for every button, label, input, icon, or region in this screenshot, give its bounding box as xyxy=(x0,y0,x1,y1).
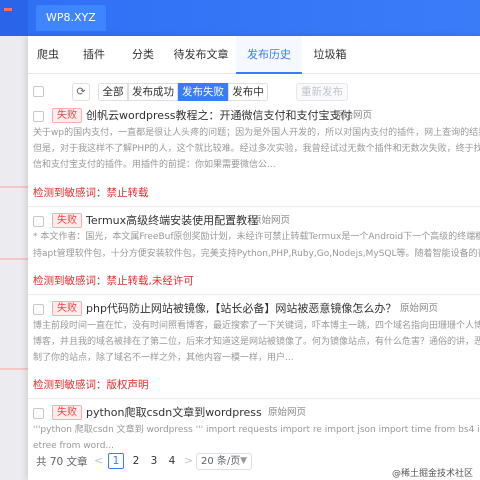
window-tab-title[interactable]: WP8.XYZ xyxy=(36,5,106,31)
top-left-strip xyxy=(0,0,28,36)
divider xyxy=(28,398,480,399)
article-title[interactable]: php代码防止网站被镜像,【站长必备】网站被恶意镜像怎么办？ xyxy=(86,301,396,316)
page-size-value: 20 条/页 xyxy=(201,456,241,467)
article-excerpt: 制了你的站点，除了域名不一样之外，其他内容一模一样，用户... xyxy=(33,353,294,363)
next-page-button[interactable]: > xyxy=(184,454,193,467)
tab-categories[interactable]: 分类 xyxy=(120,36,166,74)
article-excerpt: 但是，对于我这样不了解PHP的人，这个就比较难。经过多次实验，我曾经试过无数个插… xyxy=(33,144,480,154)
article-excerpt: * 本文作者：国光，本文属FreeBuf原创奖励计划，未经许可禁止转载Termu… xyxy=(33,232,480,242)
toolbar: ⟳ 全部 发布成功 发布失败 发布中 重新发布 xyxy=(28,74,480,108)
chevron-down-icon: ▼ xyxy=(240,456,247,466)
page-4[interactable]: 4 xyxy=(164,453,180,469)
article-excerpt: 博客，并且我的域名被排在了第二位，后来才知道这是网站被镜像了。何为镜像站点，有什… xyxy=(33,337,480,347)
source-link[interactable]: 原始网页 xyxy=(334,109,372,123)
source-link[interactable]: 原始网页 xyxy=(400,302,438,316)
article-title[interactable]: 创帆云wordpress教程之：开通微信支付和支付宝支付 xyxy=(86,108,352,123)
tab-publish-history[interactable]: 发布历史 xyxy=(236,36,302,74)
page-size-select[interactable]: 20 条/页 ▼ xyxy=(196,453,252,470)
article-excerpt: 信和支付宝支付的插件。用插件的前提：你如果需要微信公... xyxy=(33,160,276,170)
status-badge: 失败 xyxy=(52,213,82,228)
article-excerpt: 持apt管理软件包，十分方便安装软件包，完美支持Python,PHP,Ruby,… xyxy=(33,249,480,259)
decor-line xyxy=(0,186,28,188)
republish-button[interactable]: 重新发布 xyxy=(296,83,348,101)
article-excerpt: '''python 爬取csdn 文章到 wordpress ''' impor… xyxy=(33,425,480,435)
background-left xyxy=(0,36,28,480)
item-checkbox[interactable] xyxy=(33,111,44,122)
page-2[interactable]: 2 xyxy=(128,453,144,469)
divider xyxy=(28,206,480,207)
source-link[interactable]: 原始网页 xyxy=(268,406,306,420)
divider xyxy=(28,294,480,295)
decor-line xyxy=(0,258,28,260)
source-link[interactable]: 原始网页 xyxy=(252,214,290,228)
filter-publishing[interactable]: 发布中 xyxy=(228,83,268,101)
decor-line xyxy=(0,368,28,370)
tab-plugins[interactable]: 插件 xyxy=(72,36,116,74)
prev-page-button[interactable]: < xyxy=(94,454,103,467)
tab-crawler[interactable]: 爬虫 xyxy=(28,36,68,74)
sensitive-word-warning: 检测到敏感词：禁止转载,未经许可 xyxy=(33,275,194,287)
sensitive-word-warning: 检测到敏感词：版权声明 xyxy=(33,379,149,391)
filter-all[interactable]: 全部 xyxy=(98,83,128,101)
sensitive-word-warning: 检测到敏感词：禁止转载 xyxy=(33,187,149,199)
select-all-checkbox[interactable] xyxy=(33,86,44,97)
article-title[interactable]: Termux高级终端安装使用配置教程 xyxy=(86,213,258,228)
red-mark xyxy=(4,8,12,11)
refresh-button[interactable]: ⟳ xyxy=(72,83,90,101)
total-count: 共 70 文章 xyxy=(36,456,88,468)
article-excerpt: 关于wp的国内支付，一直都是很让人头疼的问题；因为是外国人开发的，所以对国内支付… xyxy=(33,128,480,138)
tab-trash[interactable]: 垃圾箱 xyxy=(306,36,354,74)
tab-pending-articles[interactable]: 待发布文章 xyxy=(168,36,234,74)
item-checkbox[interactable] xyxy=(33,216,44,227)
status-badge: 失败 xyxy=(52,301,82,316)
page-3[interactable]: 3 xyxy=(146,453,162,469)
article-excerpt: 博主前段时间一直在忙，没有时间照看博客，最近搜索了一下关键词，吓本博主一跳，四个… xyxy=(33,321,480,331)
status-badge: 失败 xyxy=(52,405,82,420)
watermark: @稀土掘金技术社区 xyxy=(392,469,474,479)
item-checkbox[interactable] xyxy=(33,304,44,315)
top-bar: WP8.XYZ xyxy=(0,0,480,36)
tab-bar: 爬虫 插件 分类 待发布文章 发布历史 垃圾箱 xyxy=(28,36,480,74)
publish-history-panel: 爬虫 插件 分类 待发布文章 发布历史 垃圾箱 ⟳ 全部 发布成功 发布失败 发… xyxy=(28,36,480,480)
page-1[interactable]: 1 xyxy=(108,453,124,469)
filter-success[interactable]: 发布成功 xyxy=(128,83,178,101)
filter-failed[interactable]: 发布失败 xyxy=(178,83,228,101)
article-title[interactable]: python爬取csdn文章到wordpress xyxy=(86,405,262,420)
status-badge: 失败 xyxy=(52,108,82,123)
item-checkbox[interactable] xyxy=(33,408,44,419)
refresh-icon: ⟳ xyxy=(76,85,86,98)
